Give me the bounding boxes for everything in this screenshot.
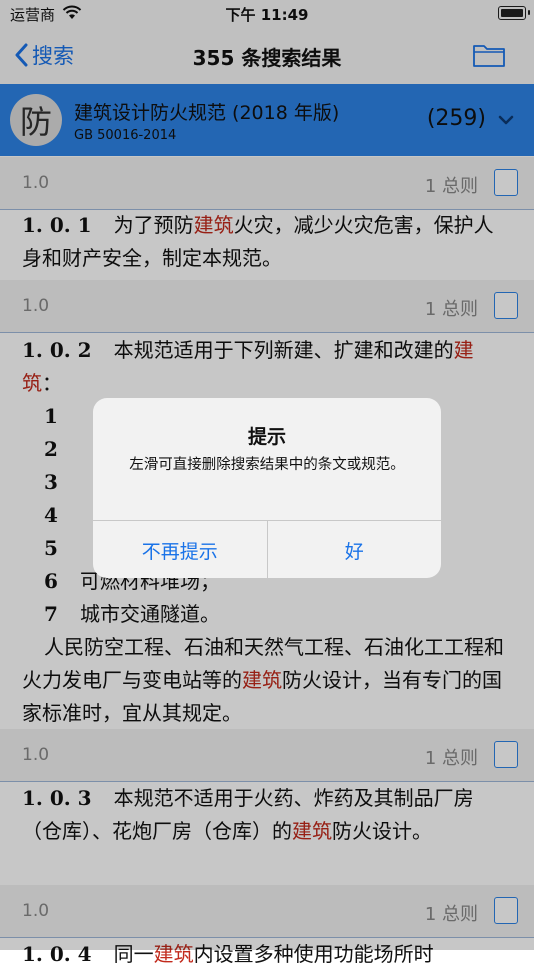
alert-dialog: 提示 左滑可直接删除搜索结果中的条文或规范。 不再提示 好	[93, 398, 441, 578]
alert-message: 左滑可直接删除搜索结果中的条文或规范。	[129, 457, 405, 473]
ok-button[interactable]: 好	[266, 521, 442, 578]
alert-title: 提示	[247, 426, 286, 448]
dont-show-again-button[interactable]: 不再提示	[93, 521, 267, 578]
alert-buttons: 不再提示 好	[93, 520, 441, 578]
